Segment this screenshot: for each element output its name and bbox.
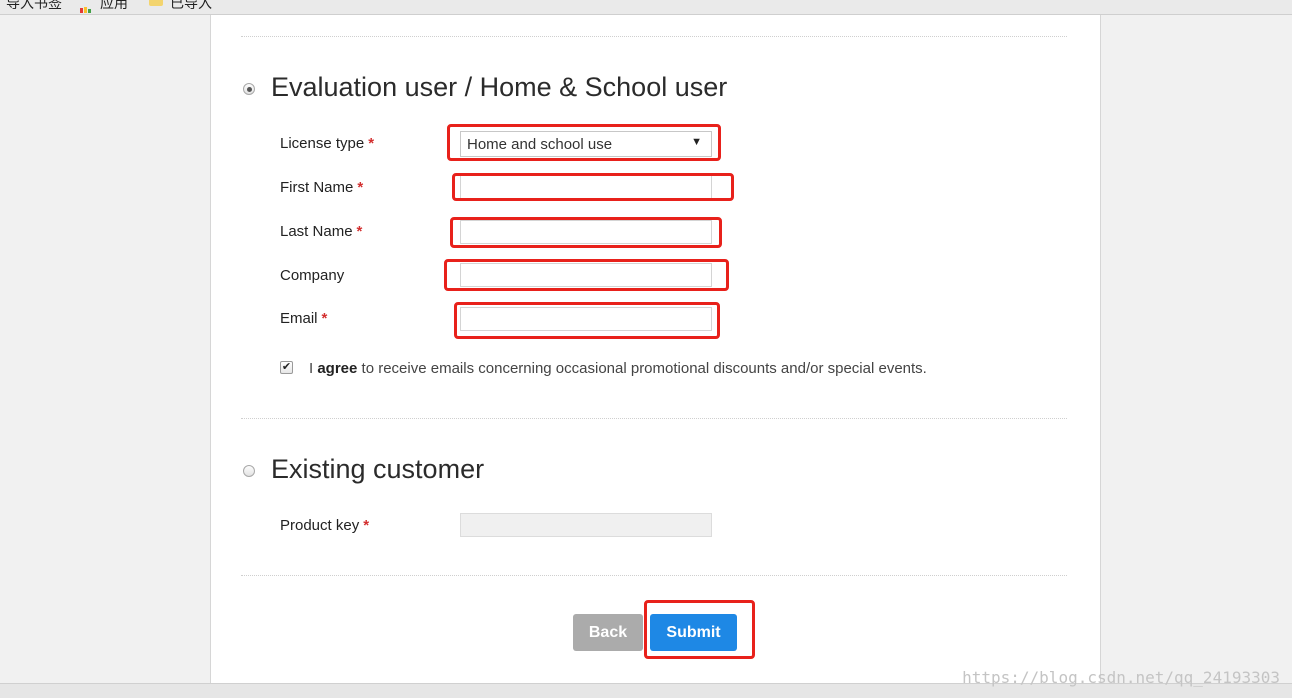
watermark-text: https://blog.csdn.net/qq_24193303 xyxy=(962,668,1280,687)
bookmark-apps[interactable]: 应用 xyxy=(100,0,128,13)
back-button[interactable]: Back xyxy=(573,614,643,651)
bookmark-imported[interactable]: 已导入 xyxy=(170,0,212,13)
highlight-box xyxy=(644,600,755,659)
bookmark-import[interactable]: 导入书签 xyxy=(6,0,62,13)
apps-icon xyxy=(80,0,94,13)
first-name-label: First Name * xyxy=(280,179,364,196)
folder-icon xyxy=(149,0,163,6)
agree-text: I agree to receive emails concerning occ… xyxy=(309,360,927,377)
evaluation-section-title: Evaluation user / Home & School user xyxy=(271,72,728,102)
highlight-box xyxy=(450,217,722,248)
license-type-label: License type * xyxy=(280,135,375,152)
email-label: Email * xyxy=(280,310,328,327)
bookmarks-bar: 导入书签 应用 已导入 xyxy=(0,0,1292,15)
company-label: Company xyxy=(280,267,345,284)
highlight-box xyxy=(454,302,720,339)
checkmark-icon: ✔ xyxy=(281,361,292,373)
divider xyxy=(241,575,1067,576)
agree-checkbox[interactable]: ✔ xyxy=(280,361,293,374)
divider xyxy=(241,36,1067,37)
divider xyxy=(241,418,1067,419)
highlight-box xyxy=(452,173,734,201)
highlight-box xyxy=(444,259,729,291)
evaluation-user-radio[interactable] xyxy=(243,83,255,95)
product-key-label: Product key * xyxy=(280,517,370,534)
highlight-box xyxy=(447,124,721,161)
existing-customer-radio[interactable] xyxy=(243,465,255,477)
product-key-input[interactable] xyxy=(460,513,712,537)
form-panel xyxy=(210,15,1101,683)
last-name-label: Last Name * xyxy=(280,223,363,240)
existing-section-title: Existing customer xyxy=(271,454,485,484)
